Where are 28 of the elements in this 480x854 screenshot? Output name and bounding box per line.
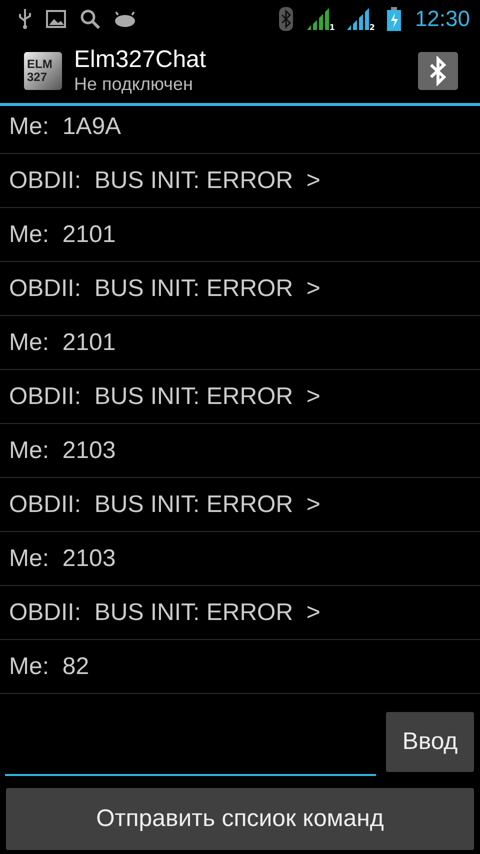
chat-message: Me: 2101	[9, 328, 116, 356]
chat-message: Me: 2103	[9, 436, 116, 464]
bluetooth-icon	[278, 7, 293, 31]
chat-message: OBDII: BUS INIT: ERROR >	[9, 382, 320, 410]
connection-status: Не подключен	[74, 74, 194, 95]
chat-message: OBDII: BUS INIT: ERROR >	[9, 598, 320, 626]
android-icon	[114, 11, 136, 27]
chat-message: Me: 2103	[9, 544, 116, 572]
chat-message: OBDII: BUS INIT: ERROR >	[9, 274, 320, 302]
logo-text: ELM	[27, 58, 54, 70]
chat-message: Me: 2101	[9, 220, 116, 248]
sim-number: 1	[329, 23, 335, 32]
sim-number: 2	[369, 23, 375, 32]
chat-message: Me: 1A9A	[9, 112, 122, 140]
send-command-list-button[interactable]: Отправить спсиок команд	[6, 788, 474, 850]
image-icon	[46, 10, 66, 28]
battery-icon	[386, 7, 401, 31]
logo-text: 327	[27, 70, 48, 84]
app-title: Elm327Chat	[74, 46, 208, 74]
usb-icon	[18, 9, 32, 29]
bluetooth-icon	[428, 56, 448, 86]
send-button[interactable]: Ввод	[386, 712, 474, 772]
search-icon	[80, 9, 100, 29]
chat-message: Me: 82	[9, 652, 90, 680]
chat-message: OBDII: BUS INIT: ERROR >	[9, 490, 320, 518]
clock: 12:30	[414, 6, 470, 32]
chat-message: OBDII: BUS INIT: ERROR >	[9, 166, 320, 194]
bluetooth-button[interactable]	[418, 52, 458, 90]
